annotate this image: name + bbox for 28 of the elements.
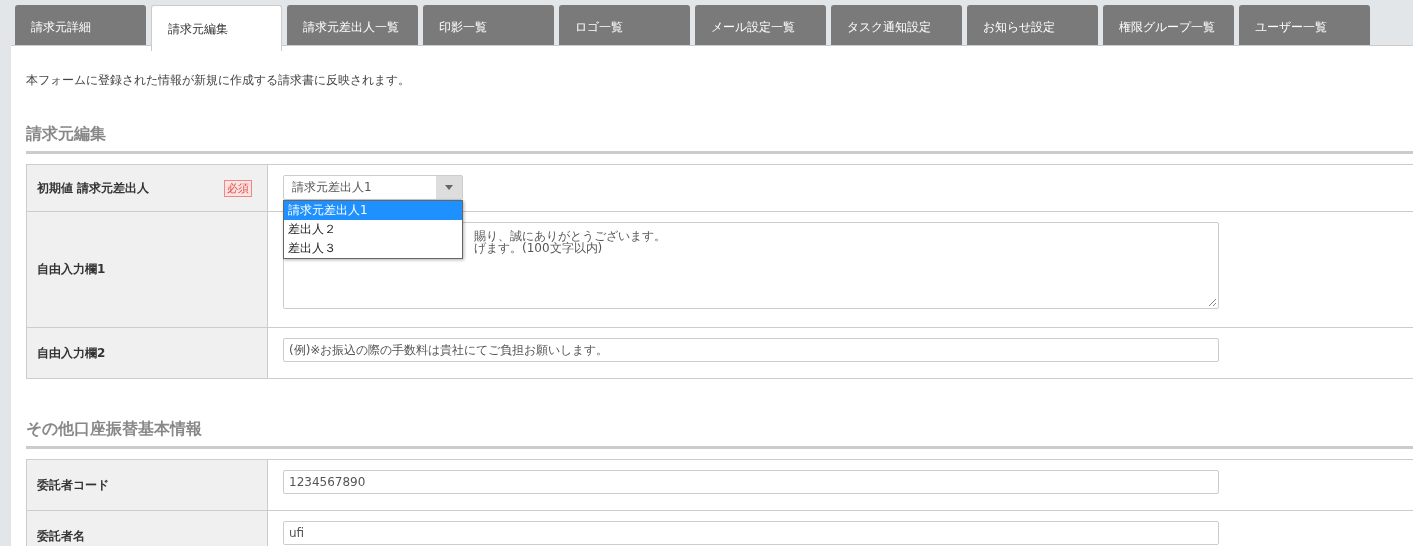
field-label: 自由入力欄1 — [37, 261, 106, 278]
input-field[interactable]: (例)※お振込の際の手数料は貴社にてご負担お願いします。 — [283, 338, 1219, 362]
tab[interactable]: ロゴ一覧 — [559, 5, 690, 45]
input-field[interactable]: ufi — [283, 521, 1219, 545]
dropdown-option[interactable]: 差出人２ — [284, 220, 462, 239]
field-label: 自由入力欄2 — [37, 344, 106, 362]
tab[interactable]: 権限グループ一覧 — [1103, 5, 1234, 45]
tab[interactable]: 請求元詳細 — [15, 5, 146, 45]
tab[interactable]: 印影一覧 — [423, 5, 554, 45]
tab[interactable]: 請求元差出人一覧 — [287, 5, 418, 45]
tab[interactable]: お知らせ設定 — [967, 5, 1098, 45]
input-field[interactable]: 1234567890 — [283, 470, 1219, 494]
section-heading: 請求元編集 — [26, 124, 1413, 154]
resize-grip-icon[interactable] — [1208, 298, 1216, 306]
tab[interactable]: メール設定一覧 — [695, 5, 826, 45]
tab[interactable]: ユーザー一覧 — [1239, 5, 1370, 45]
section-heading: その他口座振替基本情報 — [26, 419, 1413, 449]
dropdown-option[interactable]: 差出人３ — [284, 239, 462, 258]
dropdown-option[interactable]: 請求元差出人1 — [284, 201, 462, 220]
field-label: 初期値 請求元差出人 — [37, 179, 150, 197]
tab[interactable]: タスク通知設定 — [831, 5, 962, 45]
required-badge: 必須 — [224, 179, 252, 197]
field-label: 委託者コード — [37, 476, 109, 494]
notice-text: 本フォームに登録された情報が新規に作成する請求書に反映されます。 — [26, 72, 411, 89]
select-field[interactable]: 請求元差出人1 — [283, 175, 463, 200]
dropdown-arrow-icon — [445, 185, 453, 190]
field-label: 委託者名 — [37, 527, 85, 545]
tab[interactable]: 請求元編集 — [151, 5, 282, 51]
